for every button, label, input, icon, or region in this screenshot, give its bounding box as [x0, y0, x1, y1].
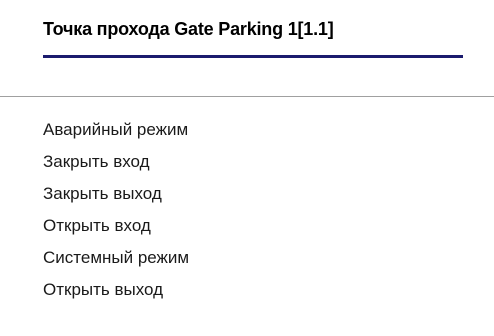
menu-items-list: Аварийный режим Закрыть вход Закрыть вых… — [43, 114, 189, 306]
menu-item-system-mode[interactable]: Системный режим — [43, 242, 189, 274]
menu-title: Точка прохода Gate Parking 1[1.1] — [43, 19, 334, 39]
menu-item-close-entry[interactable]: Закрыть вход — [43, 146, 189, 178]
menu-item-close-exit[interactable]: Закрыть выход — [43, 178, 189, 210]
menu-separator — [0, 96, 494, 97]
menu-item-open-exit[interactable]: Открыть выход — [43, 274, 189, 306]
menu-header: Точка прохода Gate Parking 1[1.1] — [43, 16, 463, 58]
title-underline — [43, 55, 463, 58]
menu-item-open-entry[interactable]: Открыть вход — [43, 210, 189, 242]
menu-item-emergency-mode[interactable]: Аварийный режим — [43, 114, 189, 146]
context-menu: Точка прохода Gate Parking 1[1.1] Аварий… — [0, 0, 494, 336]
